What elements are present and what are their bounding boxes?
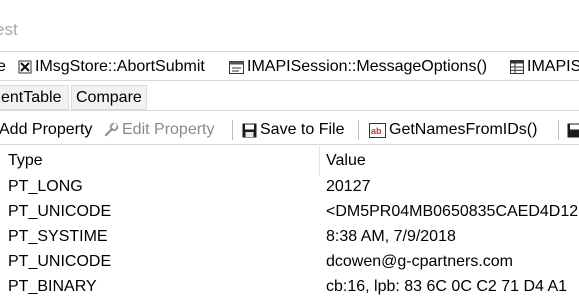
row-type[interactable]: PT_LONG bbox=[8, 178, 83, 196]
method-item-truncated[interactable]: e bbox=[0, 57, 6, 77]
message-options-label: IMAPISession::MessageOptions() bbox=[247, 58, 488, 75]
svg-text:ab: ab bbox=[371, 126, 382, 136]
abort-submit-button[interactable]: IMsgStore::AbortSubmit bbox=[18, 57, 205, 77]
wrench-icon bbox=[104, 122, 119, 137]
tab-compare[interactable]: Compare bbox=[71, 85, 147, 110]
row-value[interactable]: 8:38 AM, 7/9/2018 bbox=[326, 228, 456, 246]
edit-property-label: Edit Property bbox=[122, 121, 215, 138]
row-value[interactable]: <DM5PR04MB0650835CAED4D12 bbox=[326, 203, 578, 221]
get-names-from-ids-button[interactable]: ab GetNamesFromIDs() bbox=[369, 120, 537, 140]
tab-label: Compare bbox=[76, 88, 142, 106]
search-text: est bbox=[0, 20, 18, 39]
method-item-label: e bbox=[0, 58, 6, 75]
tab-content-table[interactable]: entTable bbox=[0, 85, 69, 110]
save-button-truncated[interactable] bbox=[567, 120, 579, 140]
row-type[interactable]: PT_BINARY bbox=[8, 278, 97, 296]
message-options-button[interactable]: IMAPISession::MessageOptions() bbox=[229, 57, 487, 77]
row-value[interactable]: dcowen@g-cpartners.com bbox=[326, 253, 513, 271]
floppy-disk-icon bbox=[567, 123, 579, 137]
property-grid: Type Value PT_LONG 20127 PT_UNICODE <DM5… bbox=[0, 146, 579, 304]
save-to-file-button[interactable]: Save to File bbox=[242, 120, 344, 140]
abort-submit-label: IMsgStore::AbortSubmit bbox=[35, 58, 205, 75]
imapi-session-button[interactable]: IMAPIS bbox=[510, 57, 579, 77]
row-value[interactable]: cb:16, lpb: 83 6C 0C C2 71 D4 A1 bbox=[326, 278, 567, 296]
add-property-button[interactable]: Add Property bbox=[0, 120, 92, 140]
row-value[interactable]: 20127 bbox=[326, 178, 371, 196]
add-property-label: Add Property bbox=[0, 121, 93, 138]
names-ab-icon: ab bbox=[369, 122, 386, 138]
get-names-label: GetNamesFromIDs() bbox=[389, 121, 538, 138]
stop-x-icon bbox=[18, 60, 32, 74]
toolbar-separator bbox=[558, 120, 559, 140]
table-icon bbox=[510, 60, 524, 74]
row-type[interactable]: PT_SYSTIME bbox=[8, 228, 108, 246]
row-type[interactable]: PT_UNICODE bbox=[8, 253, 111, 271]
property-toolbar: Add Property Edit Property Save to File … bbox=[0, 114, 579, 145]
edit-property-button[interactable]: Edit Property bbox=[103, 120, 214, 140]
save-to-file-label: Save to File bbox=[260, 121, 345, 138]
column-header-value[interactable]: Value bbox=[326, 152, 366, 170]
tab-bar: entTable Compare bbox=[0, 82, 579, 111]
toolbar-separator bbox=[358, 120, 359, 140]
method-toolbar: e IMsgStore::AbortSubmit IMAPISession::M… bbox=[0, 51, 579, 81]
tab-label: entTable bbox=[1, 88, 62, 106]
dialog-icon bbox=[229, 60, 244, 74]
row-type[interactable]: PT_UNICODE bbox=[8, 203, 111, 221]
toolbar-separator bbox=[232, 120, 233, 140]
imapi-session-label: IMAPIS bbox=[527, 58, 579, 75]
column-header-type[interactable]: Type bbox=[8, 152, 43, 170]
floppy-disk-icon bbox=[242, 123, 257, 137]
search-box[interactable]: est bbox=[0, 0, 579, 50]
